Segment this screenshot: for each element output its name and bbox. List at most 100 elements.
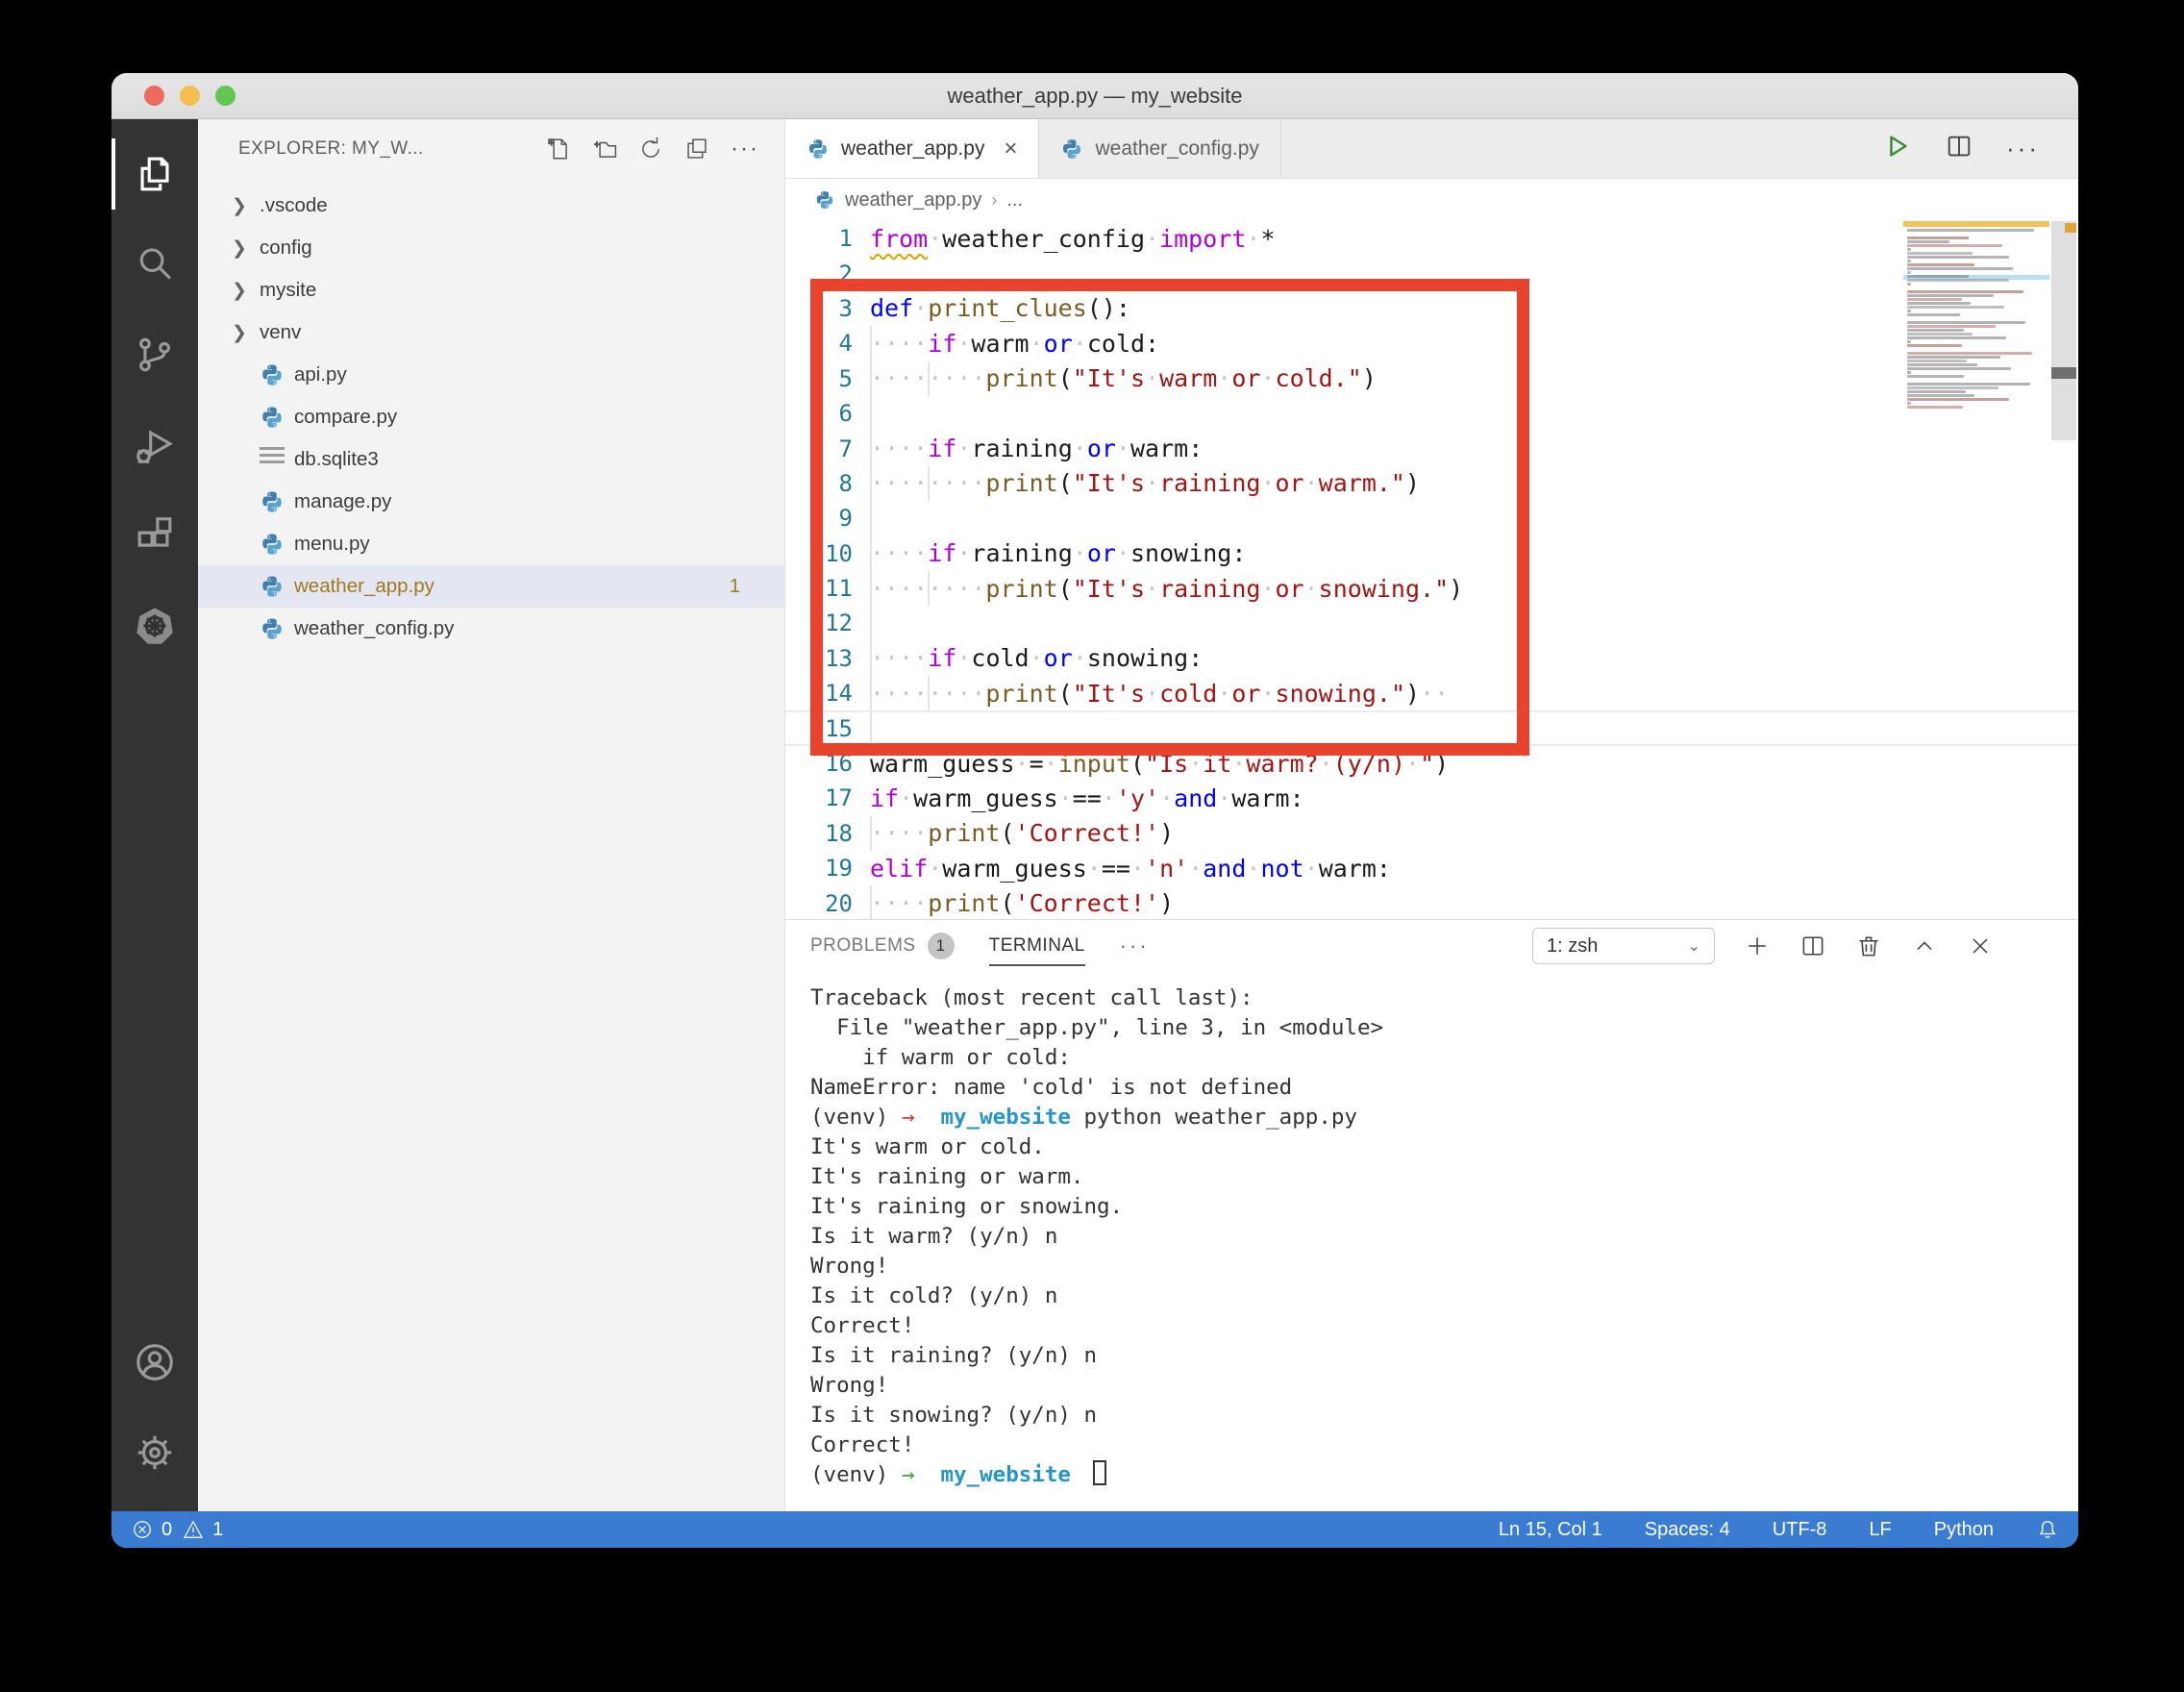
warning-count: 1 (212, 1519, 223, 1541)
language-mode-status[interactable]: Python (1934, 1519, 1994, 1541)
file-name: weather_app.py (294, 575, 434, 598)
terminal-line: It's raining or warm. (810, 1162, 2069, 1192)
terminal-output[interactable]: Traceback (most recent call last): File … (785, 972, 2078, 1511)
activity-run-debug[interactable] (112, 400, 198, 490)
tree-item--vscode[interactable]: ❯.vscode (198, 185, 784, 227)
tree-item-manage-py[interactable]: manage.py (198, 481, 784, 523)
terminal-line: File "weather_app.py", line 3, in <modul… (810, 1013, 2069, 1043)
split-terminal-icon[interactable] (1799, 933, 1826, 959)
new-terminal-icon[interactable] (1744, 933, 1771, 959)
python-file-icon (807, 137, 830, 161)
kill-terminal-icon[interactable] (1855, 933, 1882, 959)
tree-item-db-sqlite3[interactable]: db.sqlite3 (198, 438, 784, 481)
code-line-13[interactable]: 13····if·cold·or·snowing: (785, 641, 2078, 676)
tree-item-mysite[interactable]: ❯mysite (198, 269, 784, 311)
new-file-icon[interactable] (546, 137, 571, 162)
notifications-bell[interactable] (2036, 1518, 2059, 1541)
terminal-line: Wrong! (810, 1371, 2069, 1401)
code-line-14[interactable]: 14········print("It's·cold·or·snowing.")… (785, 676, 2078, 710)
breadcrumb[interactable]: weather_app.py › ... (785, 179, 2078, 221)
activity-extensions[interactable] (112, 490, 198, 581)
tab-problems[interactable]: PROBLEMS 1 (810, 920, 955, 972)
terminal-line: Is it raining? (y/n) n (810, 1341, 2069, 1371)
code-line-11[interactable]: 11········print("It's·raining·or·snowing… (785, 571, 2078, 606)
code-line-6[interactable]: 6 (785, 396, 2078, 431)
line-number: 11 (785, 575, 853, 602)
tree-item-weather-app-py[interactable]: weather_app.py 1 (198, 565, 784, 608)
activity-source-control[interactable] (112, 310, 198, 400)
problems-badge: 1 (730, 576, 740, 598)
zoom-window-button[interactable] (215, 86, 236, 106)
traffic-lights (144, 73, 236, 118)
code-line-2[interactable]: 2 (785, 256, 2078, 290)
indentation-status[interactable]: Spaces: 4 (1645, 1519, 1730, 1541)
code-line-17[interactable]: 17if·warm_guess·==·'y'·and·warm: (785, 781, 2078, 815)
code-line-7[interactable]: 7····if·raining·or·warm: (785, 431, 2078, 465)
file-name: compare.py (294, 406, 397, 429)
breadcrumb-symbol[interactable]: ... (1006, 189, 1023, 212)
tree-item-api-py[interactable]: api.py (198, 354, 784, 396)
tab-weather-app[interactable]: weather_app.py × (785, 119, 1039, 178)
warnings-status[interactable]: 1 (182, 1518, 223, 1541)
collapse-all-icon[interactable] (684, 137, 709, 162)
tree-item-weather-config-py[interactable]: weather_config.py (198, 608, 784, 650)
editor-scrollbar[interactable] (2049, 221, 2078, 919)
code-line-3[interactable]: 3def·print_clues(): (785, 291, 2078, 326)
eol-status[interactable]: LF (1869, 1519, 1891, 1541)
tab-weather-config[interactable]: weather_config.py (1039, 119, 1280, 178)
bell-icon (2036, 1518, 2059, 1541)
activity-explorer[interactable] (112, 129, 198, 219)
panel-more-icon[interactable]: ··· (1120, 933, 1150, 958)
code-line-18[interactable]: 18····print('Correct!') (785, 816, 2078, 851)
tree-item-config[interactable]: ❯config (198, 227, 784, 269)
activity-account[interactable] (112, 1317, 198, 1407)
chevron-down-icon: ⌄ (1688, 936, 1700, 956)
line-number: 3 (785, 295, 853, 322)
terminal-line: (venv) → my_website python weather_app.p… (810, 1103, 2069, 1132)
code-line-9[interactable]: 9 (785, 501, 2078, 535)
python-file-icon (814, 189, 835, 211)
explorer-more-icon[interactable]: ··· (731, 144, 759, 154)
code-line-16[interactable]: 16warm_guess·=·input("Is·it·warm?·(y/n)·… (785, 746, 2078, 781)
terminal-select[interactable]: 1: zsh ⌄ (1532, 928, 1715, 964)
errors-status[interactable]: 0 (131, 1518, 172, 1541)
editor-more-actions-icon[interactable]: ··· (2006, 134, 2040, 163)
line-text: if·warm_guess·==·'y'·and·warm: (853, 784, 1304, 812)
new-folder-icon[interactable] (592, 137, 617, 162)
minimap[interactable] (1903, 221, 2049, 448)
minimize-window-button[interactable] (180, 86, 200, 106)
code-line-4[interactable]: 4····if·warm·or·cold: (785, 326, 2078, 361)
tab-terminal[interactable]: TERMINAL (989, 920, 1085, 972)
run-python-file-button[interactable] (1883, 132, 1912, 165)
scrollbar-slider[interactable] (2051, 221, 2076, 440)
close-panel-icon[interactable] (1967, 933, 1994, 959)
line-text: ········print("It's·warm·or·cold.") (853, 364, 1377, 392)
code-line-20[interactable]: 20····print('Correct!') (785, 885, 2078, 919)
tree-item-menu-py[interactable]: menu.py (198, 523, 784, 565)
encoding-status[interactable]: UTF-8 (1773, 1519, 1827, 1541)
code-line-15[interactable]: 15 (785, 710, 2078, 745)
extensions-icon (133, 513, 177, 558)
code-line-8[interactable]: 8········print("It's·raining·or·warm.") (785, 466, 2078, 501)
tree-item-venv[interactable]: ❯venv (198, 311, 784, 354)
activity-settings[interactable] (112, 1407, 198, 1498)
code-line-10[interactable]: 10····if·raining·or·snowing: (785, 536, 2078, 571)
tree-item-compare-py[interactable]: compare.py (198, 396, 784, 438)
activity-kubernetes[interactable] (112, 581, 198, 671)
activity-search[interactable] (112, 219, 198, 310)
breadcrumb-separator: › (991, 190, 997, 211)
refresh-icon[interactable] (638, 137, 663, 162)
code-line-12[interactable]: 12 (785, 606, 2078, 640)
close-tab-icon[interactable]: × (1004, 136, 1017, 162)
code-editor[interactable]: 1from·weather_config·import·*23def·print… (785, 221, 2078, 919)
cursor-position-status[interactable]: Ln 15, Col 1 (1499, 1519, 1602, 1541)
close-window-button[interactable] (144, 86, 164, 106)
tab-label: weather_config.py (1095, 137, 1258, 161)
code-line-5[interactable]: 5········print("It's·warm·or·cold.") (785, 361, 2078, 396)
code-line-19[interactable]: 19elif·warm_guess·==·'n'·and·not·warm: (785, 851, 2078, 885)
split-editor-icon[interactable] (1945, 132, 1973, 165)
code-line-1[interactable]: 1from·weather_config·import·* (785, 221, 2078, 256)
line-number: 9 (785, 505, 853, 532)
maximize-panel-icon[interactable] (1911, 933, 1938, 959)
breadcrumb-file[interactable]: weather_app.py (845, 189, 981, 212)
